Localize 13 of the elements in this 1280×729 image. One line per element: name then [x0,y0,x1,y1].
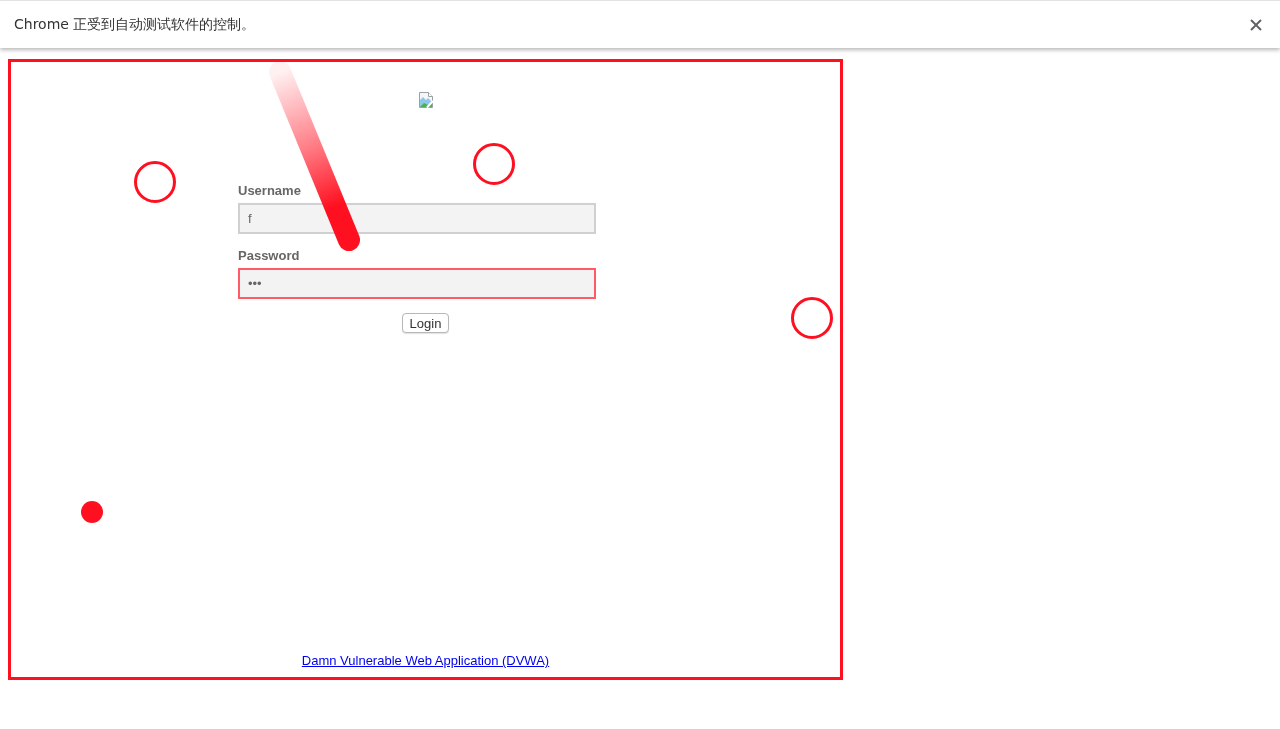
broken-image-icon [417,92,434,108]
ring-icon [473,143,515,185]
infobar-message: Chrome 正受到自动测试软件的控制。 [14,15,256,34]
field-label: Username [238,183,301,199]
login-button[interactable]: Login [401,313,450,333]
input-field[interactable]: ••• [238,268,596,299]
field-label: Password [238,248,300,264]
footer-link[interactable]: Damn Vulnerable Web Application (DVWA) [301,653,550,669]
dot-icon [81,501,103,523]
input-field[interactable]: f [238,203,596,234]
ring-icon [791,297,833,339]
close-icon[interactable] [1250,18,1262,31]
ring-icon [134,161,176,203]
